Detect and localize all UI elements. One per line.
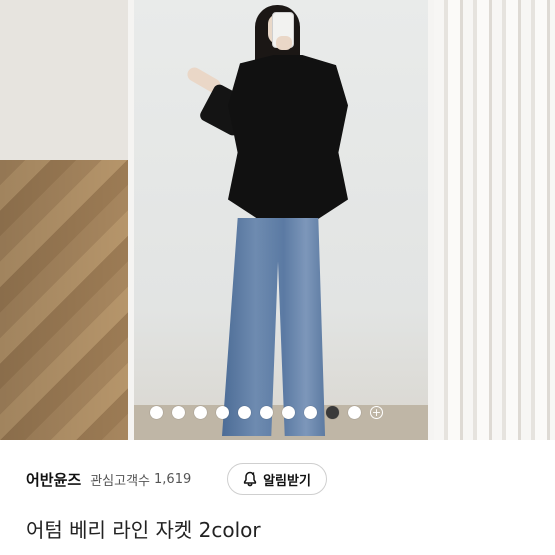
floor-shade xyxy=(0,160,135,440)
product-image[interactable]: + xyxy=(0,0,555,440)
alarm-button-label: 알림받기 xyxy=(263,473,311,489)
carousel-dot[interactable] xyxy=(238,405,251,419)
follower-label: 관심고객수 xyxy=(90,473,151,489)
curtain xyxy=(434,0,555,440)
carousel-dot[interactable] xyxy=(150,405,163,419)
carousel-dot[interactable] xyxy=(216,405,229,419)
carousel-dot-active[interactable] xyxy=(326,405,339,419)
black-jacket xyxy=(228,55,348,223)
shop-name[interactable]: 어반윤즈 xyxy=(26,469,81,490)
product-title: 어텀 베리 라인 자켓 2color xyxy=(26,518,261,542)
carousel-dot[interactable] xyxy=(348,405,361,419)
plus-icon[interactable]: + xyxy=(370,405,383,419)
carousel-dot[interactable] xyxy=(194,405,207,419)
carousel-dot[interactable] xyxy=(260,405,273,419)
model-hand xyxy=(276,36,292,50)
carousel-dot[interactable] xyxy=(282,405,295,419)
carousel-dot[interactable] xyxy=(304,405,317,419)
follower-count: 1,619 xyxy=(154,471,192,487)
wall xyxy=(0,0,135,170)
alarm-button[interactable]: 알림받기 xyxy=(227,463,327,495)
bell-icon xyxy=(243,471,257,487)
carousel-dot[interactable] xyxy=(172,405,185,419)
carousel-dots: + xyxy=(150,403,383,421)
shop-info: 어반윤즈 관심고객수 1,619 xyxy=(26,459,191,499)
